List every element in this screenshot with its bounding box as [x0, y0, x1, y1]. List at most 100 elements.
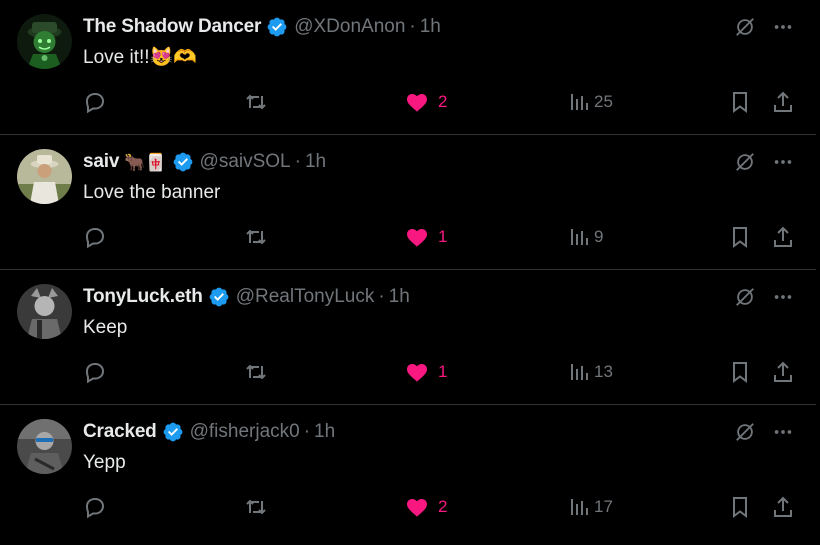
more-options-icon[interactable]	[772, 151, 794, 173]
like-button[interactable]: 2	[405, 493, 447, 521]
share-icon	[774, 91, 792, 112]
timestamp[interactable]: 1h	[314, 421, 335, 443]
heart-filled-icon	[407, 229, 427, 247]
views-button[interactable]: 17	[567, 493, 613, 521]
reply-text: Keep	[83, 317, 128, 338]
user-handle[interactable]: @RealTonyLuck	[236, 286, 375, 308]
bookmark-icon	[733, 227, 747, 248]
more-options-icon[interactable]	[772, 421, 794, 443]
user-handle[interactable]: @fisherjack0	[190, 421, 300, 443]
grayscale-portrait-avatar-icon	[17, 284, 72, 339]
share-button[interactable]	[771, 223, 795, 251]
grok-icon[interactable]	[734, 286, 756, 308]
view-count: 9	[594, 227, 604, 246]
grok-icon[interactable]	[734, 151, 756, 173]
like-count: 1	[438, 227, 448, 246]
repost-button[interactable]	[244, 358, 268, 386]
verified-badge-icon	[163, 422, 182, 442]
more-options-icon[interactable]	[772, 16, 794, 38]
views-button[interactable]: 25	[567, 88, 613, 116]
repost-icon	[246, 499, 266, 515]
views-button[interactable]: 13	[567, 358, 613, 386]
separator-dot: ·	[409, 16, 416, 37]
action-bar: 2 17	[83, 493, 798, 521]
reply-item[interactable]: TonyLuck.eth @RealTonyLuck · 1h Keep 1 1…	[0, 270, 816, 405]
share-icon	[774, 226, 792, 247]
grok-icon[interactable]	[734, 421, 756, 443]
heart-filled-icon	[407, 94, 427, 112]
share-button[interactable]	[771, 493, 795, 521]
reply-icon	[85, 498, 105, 519]
reply-item[interactable]: The Shadow Dancer @XDonAnon · 1h Love it…	[0, 0, 816, 135]
like-button[interactable]: 2	[405, 88, 447, 116]
name-emoji-badges: 🐂🀄	[124, 152, 167, 172]
bookmark-button[interactable]	[728, 493, 752, 521]
timestamp[interactable]: 1h	[389, 286, 410, 308]
views-icon	[571, 94, 588, 110]
repost-icon	[246, 364, 266, 380]
bookmark-icon	[733, 362, 747, 383]
reply-header: The Shadow Dancer @XDonAnon · 1h	[83, 14, 441, 40]
timestamp[interactable]: 1h	[420, 16, 441, 38]
bookmark-button[interactable]	[728, 358, 752, 386]
like-count: 2	[438, 497, 448, 516]
reply-button[interactable]	[83, 88, 107, 116]
avatar[interactable]	[17, 149, 72, 204]
action-bar: 1 13	[83, 358, 798, 386]
reply-button[interactable]	[83, 358, 107, 386]
reply-item[interactable]: Cracked @fisherjack0 · 1h Yepp 2 17	[0, 405, 816, 540]
verified-badge-icon	[173, 152, 192, 172]
repost-button[interactable]	[244, 88, 268, 116]
reply-header: Cracked @fisherjack0 · 1h	[83, 419, 335, 445]
repost-button[interactable]	[244, 223, 268, 251]
like-button[interactable]: 1	[405, 223, 447, 251]
avatar[interactable]	[17, 284, 72, 339]
user-handle[interactable]: @XDonAnon	[294, 16, 405, 38]
reply-button[interactable]	[83, 223, 107, 251]
views-icon	[571, 499, 588, 515]
bookmark-button[interactable]	[728, 223, 752, 251]
avatar[interactable]	[17, 419, 72, 474]
separator-dot: ·	[294, 151, 301, 172]
separator-dot: ·	[303, 421, 311, 442]
share-button[interactable]	[771, 358, 795, 386]
user-handle[interactable]: @saivSOL	[200, 151, 291, 173]
views-icon	[571, 364, 588, 380]
display-name[interactable]: saiv	[83, 151, 119, 173]
display-name[interactable]: The Shadow Dancer	[83, 16, 261, 38]
like-button[interactable]: 1	[405, 358, 447, 386]
repost-icon	[246, 229, 266, 245]
grok-icon[interactable]	[734, 16, 756, 38]
repost-button[interactable]	[244, 493, 268, 521]
bookmark-button[interactable]	[728, 88, 752, 116]
display-name[interactable]: Cracked	[83, 421, 157, 443]
action-bar: 1 9	[83, 223, 798, 251]
view-count: 17	[594, 497, 613, 516]
more-options-icon[interactable]	[772, 286, 794, 308]
action-bar: 2 25	[83, 88, 798, 116]
like-count: 1	[438, 362, 448, 381]
reply-text: Yepp	[83, 452, 126, 473]
timestamp[interactable]: 1h	[305, 151, 326, 173]
share-icon	[774, 361, 792, 382]
reply-feed: The Shadow Dancer @XDonAnon · 1h Love it…	[0, 0, 816, 540]
reply-header: TonyLuck.eth @RealTonyLuck · 1h	[83, 284, 410, 310]
green-character-avatar-icon	[17, 14, 72, 69]
reply-text: Love the banner	[83, 182, 221, 203]
person-with-hat-avatar-icon	[17, 149, 72, 204]
display-name[interactable]: TonyLuck.eth	[83, 286, 203, 308]
bookmark-icon	[733, 92, 747, 113]
view-count: 25	[594, 92, 613, 111]
grayscale-person-sunglasses-avatar-icon	[17, 419, 72, 474]
views-button[interactable]: 9	[567, 223, 603, 251]
views-icon	[571, 229, 588, 245]
reply-text: Love it!!😻🫶	[83, 47, 197, 68]
share-button[interactable]	[771, 88, 795, 116]
reply-button[interactable]	[83, 493, 107, 521]
heart-filled-icon	[407, 499, 427, 517]
reply-icon	[85, 363, 105, 384]
heart-filled-icon	[407, 364, 427, 382]
share-icon	[774, 496, 792, 517]
avatar[interactable]	[17, 14, 72, 69]
reply-item[interactable]: saiv 🐂🀄 @saivSOL · 1h Love the banner 1 …	[0, 135, 816, 270]
